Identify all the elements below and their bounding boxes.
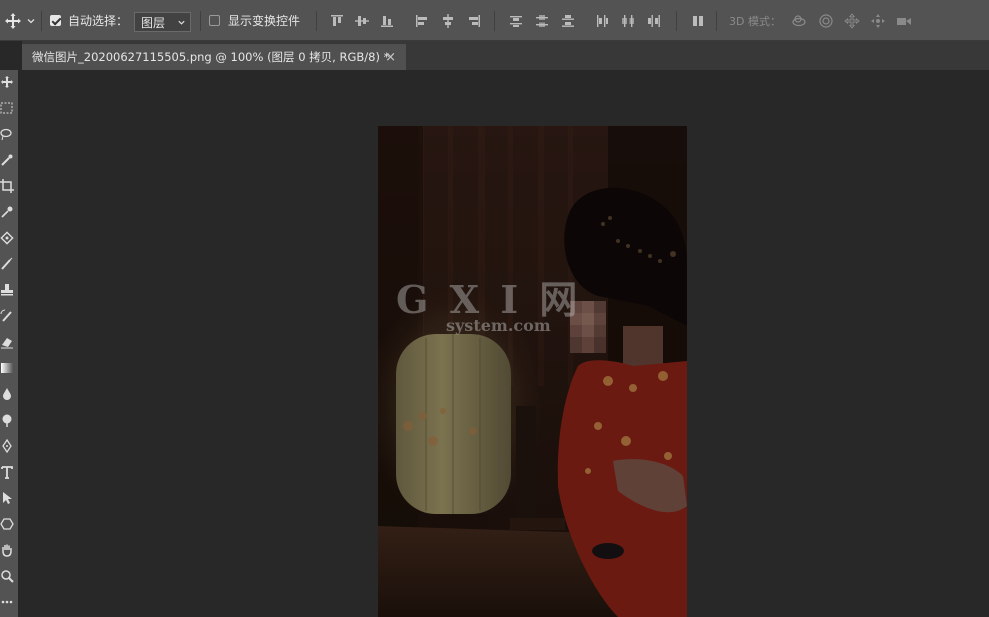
orbit-3d-camera-icon[interactable] [791,13,807,29]
auto-select-checkbox[interactable] [50,0,61,41]
document-tab-title: 微信图片_20200627115505.png @ 100% (图层 0 拷贝,… [32,50,390,64]
eyedropper-tool-icon[interactable] [0,205,14,219]
divider [41,11,42,31]
align-vertical-center-icon[interactable] [354,13,370,29]
dodge-tool-icon[interactable] [0,413,14,427]
watermark-domain: system.com [446,316,551,335]
photo-image [378,126,687,617]
align-top-icon[interactable] [329,13,345,29]
show-transform-label: 显示变换控件 [228,14,301,28]
distribute-horizontal-center-icon[interactable] [620,13,636,29]
mode-3d-label: 3D 模式： [729,14,781,28]
align-right-icon[interactable] [466,13,482,29]
history-brush-tool-icon[interactable] [0,309,14,323]
divider [494,11,495,31]
auto-select-label: 自动选择： [68,14,129,28]
quick-selection-tool-icon[interactable] [0,153,14,167]
shape-tool-icon[interactable] [0,517,14,531]
hand-tool-icon[interactable] [0,543,14,557]
distribute-right-icon[interactable] [646,13,662,29]
move-tool-icon[interactable] [4,0,22,41]
options-bar: 自动选择： 图层 显示变换控件 3D 模式： [0,0,989,41]
align-horizontal-center-icon[interactable] [440,13,456,29]
zoom-3d-camera-icon[interactable] [896,13,912,29]
tool-preset-dropdown-icon[interactable] [26,0,36,41]
layer-group-select[interactable]: 图层 [134,12,191,32]
gradient-tool-icon[interactable] [0,361,14,375]
divider [676,11,677,31]
checkbox-checked-icon[interactable] [50,15,61,26]
show-transform-checkbox[interactable] [209,0,220,41]
spot-healing-brush-icon[interactable] [0,231,14,245]
type-tool-icon[interactable] [0,465,14,479]
divider [716,11,717,31]
document-tab-bar: 微信图片_20200627115505.png @ 100% (图层 0 拷贝,… [22,41,989,70]
move-tool-icon[interactable] [0,75,14,89]
distribute-bottom-icon[interactable] [560,13,576,29]
more-tools-icon[interactable] [0,595,14,609]
chevron-down-icon [178,20,185,25]
zoom-tool-icon[interactable] [0,569,14,583]
blur-tool-icon[interactable] [0,387,14,401]
distribute-top-icon[interactable] [508,13,524,29]
marquee-tool-icon[interactable] [0,101,14,115]
close-tab-icon[interactable]: × [385,50,396,65]
distribute-left-icon[interactable] [594,13,610,29]
layer-group-select-value: 图层 [141,15,166,30]
pen-tool-icon[interactable] [0,439,14,453]
tools-panel [0,70,18,617]
lasso-tool-icon[interactable] [0,127,14,141]
divider [316,11,317,31]
crop-tool-icon[interactable] [0,179,14,193]
roll-3d-camera-icon[interactable] [818,13,834,29]
auto-align-layers-icon[interactable] [690,13,706,29]
brush-tool-icon[interactable] [0,257,14,271]
align-bottom-icon[interactable] [379,13,395,29]
slide-3d-camera-icon[interactable] [870,13,886,29]
checkbox-unchecked-icon[interactable] [209,15,220,26]
pan-3d-camera-icon[interactable] [844,13,860,29]
clone-stamp-tool-icon[interactable] [0,283,14,297]
document-tab[interactable]: 微信图片_20200627115505.png @ 100% (图层 0 拷贝,… [22,44,406,70]
divider [200,11,201,31]
distribute-vertical-center-icon[interactable] [534,13,550,29]
align-left-icon[interactable] [414,13,430,29]
path-selection-tool-icon[interactable] [0,491,14,505]
eraser-tool-icon[interactable] [0,335,14,349]
document-canvas-image[interactable]: G X I 网 system.com [378,126,687,617]
